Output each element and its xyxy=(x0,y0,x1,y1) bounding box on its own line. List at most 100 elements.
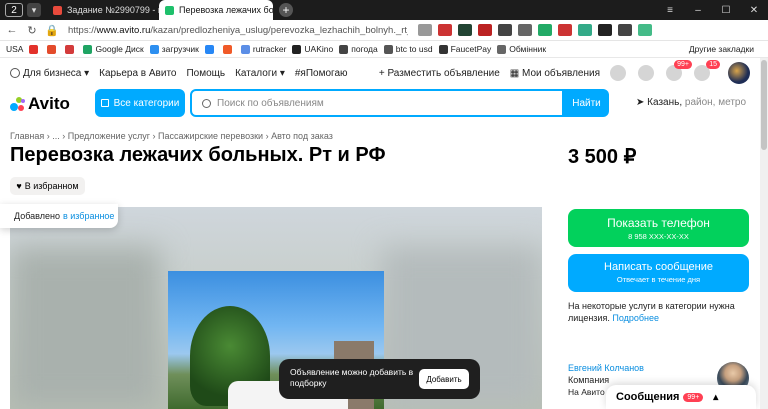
search-icon xyxy=(202,98,211,108)
bookmark-favicon-icon xyxy=(222,44,232,54)
google-drive-icon xyxy=(83,44,93,54)
nav-hashtag[interactable]: #яПомогаю xyxy=(295,68,348,79)
add-to-collection-button[interactable]: Добавить xyxy=(419,369,469,389)
scrollbar-thumb[interactable] xyxy=(761,60,767,150)
nav-business[interactable]: Для бизнеса ▾ xyxy=(10,68,89,79)
browser-tab-task[interactable]: Задание №2990799 - про xyxy=(47,0,159,20)
extension-icon[interactable] xyxy=(478,24,492,36)
extension-icon[interactable] xyxy=(558,24,572,36)
bookmark-item[interactable] xyxy=(47,44,59,54)
grid-icon xyxy=(100,99,109,107)
bookmark-item[interactable] xyxy=(65,44,77,54)
bookmark-favicon-icon xyxy=(240,44,250,54)
messenger-bar[interactable]: Сообщения 99+ ▴ xyxy=(606,385,756,409)
reload-icon[interactable]: ↻ xyxy=(24,24,40,37)
tab-title: Перевозка лежачих бол xyxy=(179,5,273,15)
notifications-bell-icon[interactable] xyxy=(638,65,654,81)
breadcrumb[interactable]: Главная › ... › Предложение услуг › Пасс… xyxy=(10,131,333,141)
bookmark-item[interactable]: rutracker xyxy=(240,44,286,54)
gmail-icon xyxy=(65,44,75,54)
messenger-badge: 99+ xyxy=(683,392,704,402)
find-button[interactable]: Найти xyxy=(564,89,609,117)
menu-icon[interactable]: ≡ xyxy=(656,5,684,16)
chevron-up-icon: ▴ xyxy=(713,391,719,403)
maximize-icon[interactable]: ☐ xyxy=(712,5,740,16)
gear-icon xyxy=(10,68,20,78)
minimize-icon[interactable]: – xyxy=(684,5,712,16)
bookmark-favicon-icon xyxy=(292,44,302,54)
favorites-link[interactable]: в избранное xyxy=(63,211,114,221)
location-selector[interactable]: ➤ Казань, район, метро xyxy=(636,97,746,108)
collection-toast: Объявление можно добавить в подборку Доб… xyxy=(279,359,480,399)
tab-counter[interactable]: 2 xyxy=(5,3,23,17)
bookmark-item[interactable]: Обмінник xyxy=(497,44,546,54)
extension-icon[interactable] xyxy=(458,24,472,36)
page-title: Перевозка лежачих больных. Рт и РФ xyxy=(10,144,386,166)
extension-icon[interactable] xyxy=(438,24,452,36)
extension-icon[interactable] xyxy=(418,24,432,36)
lock-icon: 🔒 xyxy=(45,24,59,37)
bookmark-item[interactable]: Google Диск xyxy=(83,44,144,54)
extension-icon[interactable] xyxy=(498,24,512,36)
url-input[interactable]: https://www.avito.ru/kazan/predlozheniya… xyxy=(68,25,408,36)
user-avatar[interactable] xyxy=(728,62,750,84)
bookmark-item[interactable]: погода xyxy=(339,44,378,54)
price: 3 500 ₽ xyxy=(568,146,637,168)
seller-name-link[interactable]: Евгений Колчанов xyxy=(568,362,644,374)
bookmark-favicon-icon xyxy=(383,44,393,54)
extension-icon[interactable] xyxy=(538,24,552,36)
avito-logo[interactable]: Avito xyxy=(10,94,70,114)
extension-icon[interactable] xyxy=(618,24,632,36)
bookmark-item[interactable]: UAKino xyxy=(292,44,333,54)
search-input[interactable]: Поиск по объявлениям xyxy=(190,89,564,117)
write-message-button[interactable]: Написать сообщение Отвечает в течение дн… xyxy=(568,254,749,292)
favorite-button[interactable]: ♥ В избранном xyxy=(10,177,85,195)
cart-icon[interactable]: 15 xyxy=(694,60,720,81)
bookmark-item[interactable]: загрузчик xyxy=(149,44,199,54)
vk-icon xyxy=(204,44,214,54)
bookmark-favicon-icon xyxy=(497,44,507,54)
collection-toast-text: Объявление можно добавить в подборку xyxy=(290,367,414,388)
bookmark-item[interactable]: btc to usd xyxy=(383,44,433,54)
avito-logo-icon xyxy=(10,96,25,112)
bookmark-favicon-icon xyxy=(438,44,448,54)
nav-career[interactable]: Карьера в Авито xyxy=(99,68,176,79)
gallery-blur-left xyxy=(10,247,160,407)
extension-icon[interactable] xyxy=(518,24,532,36)
bookmark-item[interactable] xyxy=(204,44,217,54)
new-tab-button[interactable]: + xyxy=(279,3,293,17)
favorite-added-toast: Добавлено в избранное xyxy=(0,204,118,228)
post-ad-link[interactable]: + Разместить объявление xyxy=(379,68,500,79)
bookmark-item[interactable]: FaucetPay xyxy=(438,44,491,54)
tab-list-chevron-icon[interactable]: ▾ xyxy=(27,3,41,17)
page-scrollbar[interactable] xyxy=(760,58,768,409)
bookmark-item[interactable] xyxy=(29,44,41,54)
close-window-icon[interactable]: ✕ xyxy=(740,5,768,16)
details-link[interactable]: Подробнее xyxy=(612,313,659,323)
messages-badge: 99+ xyxy=(674,60,692,69)
browser-tab-avito[interactable]: Перевозка лежачих бол ✕ xyxy=(159,0,273,20)
all-categories-button[interactable]: Все категории xyxy=(95,89,185,117)
bookmark-favicon-icon xyxy=(339,44,349,54)
extensions-bar xyxy=(418,24,652,36)
bookmark-item[interactable] xyxy=(222,44,235,54)
heart-icon: ♥ xyxy=(16,181,22,191)
show-phone-button[interactable]: Показать телефон 8 958 XXX-XX-XX xyxy=(568,209,749,247)
tab-title: Задание №2990799 - про xyxy=(67,5,159,15)
bookmarks-bar: USA Google Диск загрузчик rutracker UAKi… xyxy=(0,41,768,58)
my-ads-link[interactable]: ▦ Мои объявления xyxy=(510,68,600,79)
favorites-heart-icon[interactable] xyxy=(610,65,626,81)
back-icon[interactable]: ← xyxy=(4,24,20,36)
bookmark-item[interactable]: USA xyxy=(6,44,23,54)
extension-icon[interactable] xyxy=(598,24,612,36)
search-row: Avito Все категории Поиск по объявлениям… xyxy=(0,88,768,118)
plus-icon: + xyxy=(378,67,388,79)
top-nav: Для бизнеса ▾ Карьера в Авито Помощь Кат… xyxy=(0,60,768,84)
messages-icon[interactable]: 99+ xyxy=(666,60,692,81)
license-notice: На некоторые услуги в категории нужна ли… xyxy=(568,301,735,323)
extension-icon[interactable] xyxy=(578,24,592,36)
other-bookmarks[interactable]: Другие закладки xyxy=(689,44,754,54)
nav-help[interactable]: Помощь xyxy=(186,68,225,79)
nav-catalogs[interactable]: Каталоги ▾ xyxy=(235,68,285,79)
download-icon[interactable] xyxy=(638,24,652,36)
